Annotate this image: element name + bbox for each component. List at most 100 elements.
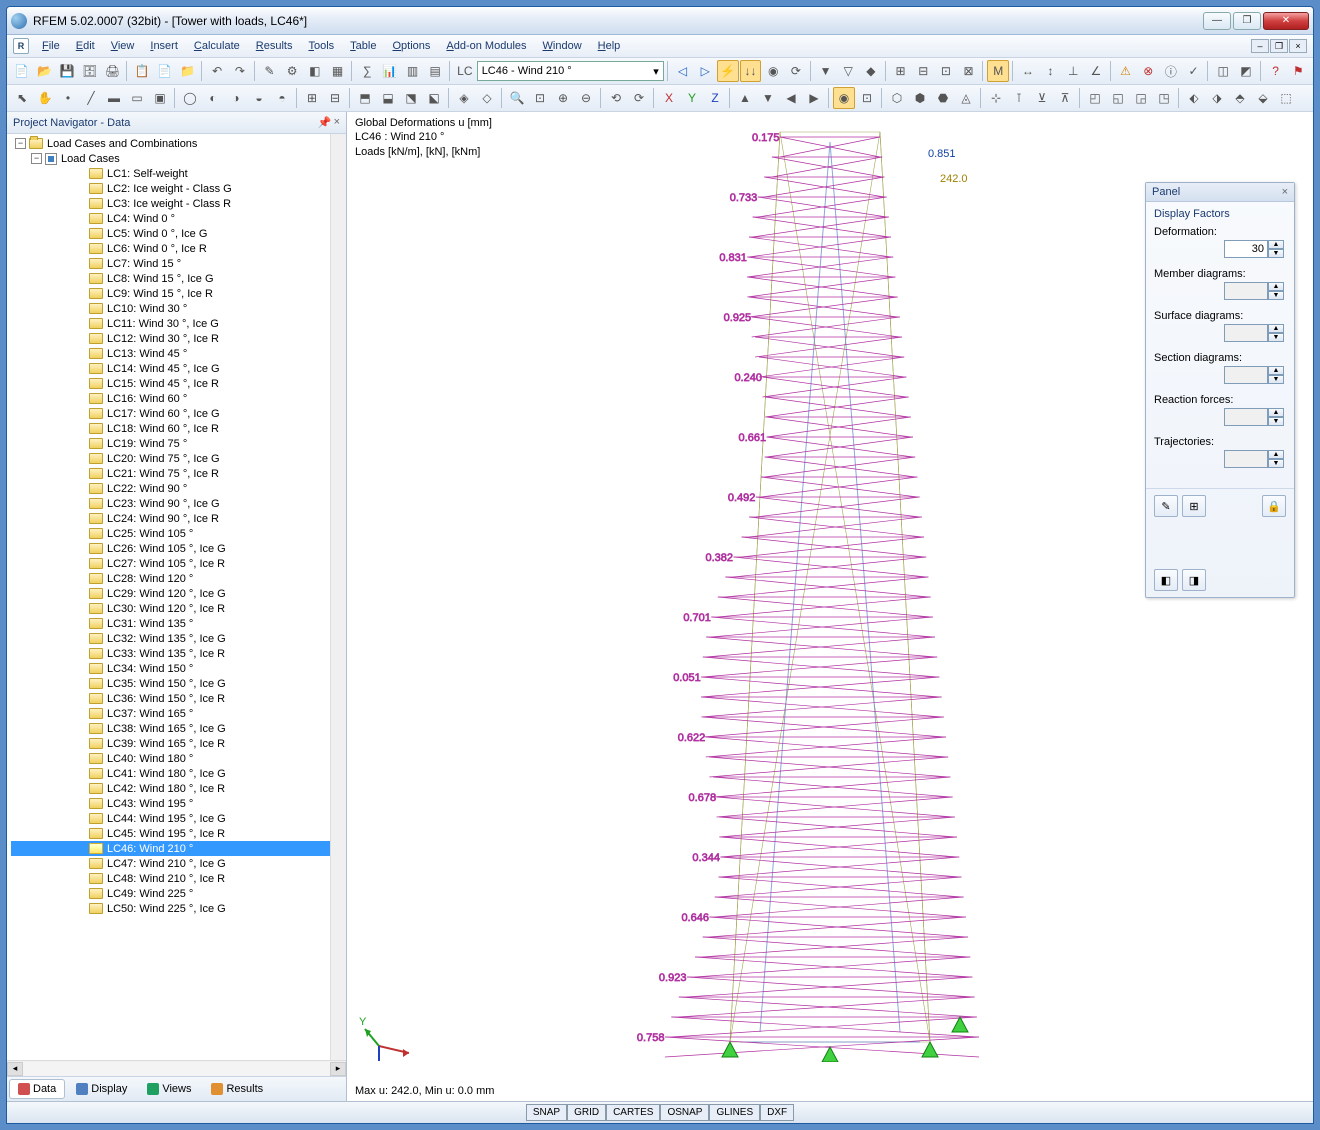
module-icon[interactable]: M [987, 60, 1009, 82]
status-dxf[interactable]: DXF [760, 1104, 794, 1121]
tree-item[interactable]: LC34: Wind 150 ° [11, 661, 330, 676]
table-icon[interactable]: ▥ [402, 60, 424, 82]
node-icon[interactable]: • [57, 87, 79, 109]
tree-item[interactable]: LC41: Wind 180 °, Ice G [11, 766, 330, 781]
tree-item[interactable]: LC48: Wind 210 °, Ice R [11, 871, 330, 886]
status-osnap[interactable]: OSNAP [660, 1104, 709, 1121]
results-icon[interactable]: 📊 [379, 60, 401, 82]
line-icon[interactable]: ╱ [80, 87, 102, 109]
tree-item[interactable]: LC25: Wind 105 ° [11, 526, 330, 541]
close-button[interactable]: ✕ [1263, 12, 1309, 30]
tree-item[interactable]: LC14: Wind 45 °, Ice G [11, 361, 330, 376]
menu-tools[interactable]: Tools [301, 37, 341, 55]
o4-icon[interactable]: ◳ [1153, 87, 1175, 109]
show-loads-icon[interactable]: ↓↓ [740, 60, 762, 82]
tree-item[interactable]: LC4: Wind 0 ° [11, 211, 330, 226]
redo-icon[interactable]: ↷ [229, 60, 251, 82]
tree-item[interactable]: LC11: Wind 30 °, Ice G [11, 316, 330, 331]
viewport[interactable]: Global Deformations u [mm] LC46 : Wind 2… [347, 112, 1313, 1101]
tree-item[interactable]: LC36: Wind 150 °, Ice R [11, 691, 330, 706]
zoom-icon[interactable]: 🔍 [506, 87, 528, 109]
nav-tab-results[interactable]: Results [202, 1079, 272, 1099]
loadcase-dropdown[interactable]: LC46 - Wind 210 °▾ [477, 61, 664, 81]
anim-icon[interactable]: ◉ [762, 60, 784, 82]
navigator-close-icon[interactable]: × [334, 116, 340, 129]
menu-edit[interactable]: Edit [69, 37, 102, 55]
print-icon[interactable]: 🖨 [102, 60, 124, 82]
menu-file[interactable]: File [35, 37, 67, 55]
filter3-icon[interactable]: ◆ [860, 60, 882, 82]
panel-tab1-button[interactable]: ◧ [1154, 569, 1178, 591]
zoomin-icon[interactable]: ⊕ [552, 87, 574, 109]
navigator-hscroll[interactable]: ◂▸ [7, 1060, 346, 1076]
tree-item[interactable]: LC7: Wind 15 ° [11, 256, 330, 271]
tree-item[interactable]: LC50: Wind 225 °, Ice G [11, 901, 330, 916]
navigator-pin-icon[interactable]: 📌 [318, 116, 332, 129]
show-results-icon[interactable]: ⚡ [717, 60, 739, 82]
mdi-restore-button[interactable]: ❐ [1270, 39, 1288, 53]
menu-table[interactable]: Table [343, 37, 383, 55]
pan-icon[interactable]: ✋ [34, 87, 56, 109]
tree-item[interactable]: LC39: Wind 165 °, Ice R [11, 736, 330, 751]
panel-lock-button[interactable]: 🔒 [1262, 495, 1286, 517]
tree-item[interactable]: LC5: Wind 0 °, Ice G [11, 226, 330, 241]
tree-item[interactable]: LC35: Wind 150 °, Ice G [11, 676, 330, 691]
status-grid[interactable]: GRID [567, 1104, 606, 1121]
new-icon[interactable]: 📄 [11, 60, 33, 82]
panel-edit-button[interactable]: ✎ [1154, 495, 1178, 517]
tree-root[interactable]: − Load Cases and Combinations [11, 136, 330, 151]
tree-item[interactable]: LC19: Wind 75 ° [11, 436, 330, 451]
tree-item[interactable]: LC22: Wind 90 ° [11, 481, 330, 496]
tree-item[interactable]: LC46: Wind 210 ° [11, 841, 330, 856]
dim4-icon[interactable]: ∠ [1085, 60, 1107, 82]
v1-icon[interactable]: ▲ [734, 87, 756, 109]
tree-item[interactable]: LC10: Wind 30 ° [11, 301, 330, 316]
v2-icon[interactable]: ▼ [757, 87, 779, 109]
warn-icon[interactable]: ⚠ [1115, 60, 1137, 82]
persp-icon[interactable]: ◇ [476, 87, 498, 109]
o1-icon[interactable]: ◰ [1084, 87, 1106, 109]
tree-item[interactable]: LC13: Wind 45 ° [11, 346, 330, 361]
misc4-icon[interactable]: ⊠ [958, 60, 980, 82]
menu-results[interactable]: Results [249, 37, 300, 55]
tool4-icon[interactable]: ▦ [327, 60, 349, 82]
tree-item[interactable]: LC15: Wind 45 °, Ice R [11, 376, 330, 391]
m3-icon[interactable]: ⬣ [932, 87, 954, 109]
select-icon[interactable]: ⬉ [11, 87, 33, 109]
tree-item[interactable]: LC31: Wind 135 ° [11, 616, 330, 631]
calc-icon[interactable]: ∑ [356, 60, 378, 82]
wire-icon[interactable]: ⊡ [856, 87, 878, 109]
anim2-icon[interactable]: ⟳ [785, 60, 807, 82]
grid2-icon[interactable]: ⊟ [324, 87, 346, 109]
n3-icon[interactable]: ⊻ [1031, 87, 1053, 109]
tree-item[interactable]: LC21: Wind 75 °, Ice R [11, 466, 330, 481]
minimize-button[interactable]: — [1203, 12, 1231, 30]
axis-y-icon[interactable]: Y [681, 87, 703, 109]
check-icon[interactable]: ✓ [1183, 60, 1205, 82]
factor-spinner[interactable]: ▲▼ [1224, 240, 1286, 258]
render-icon[interactable]: ◉ [833, 87, 855, 109]
expand-icon[interactable]: − [15, 138, 26, 149]
tree-item[interactable]: LC9: Wind 15 °, Ice R [11, 286, 330, 301]
surface-icon[interactable]: ▭ [126, 87, 148, 109]
tree-item[interactable]: LC23: Wind 90 °, Ice G [11, 496, 330, 511]
app-menu-icon[interactable]: R [13, 38, 29, 54]
menu-window[interactable]: Window [536, 37, 589, 55]
loadcase-icon[interactable]: LC [454, 60, 476, 82]
tree-item[interactable]: LC47: Wind 210 °, Ice G [11, 856, 330, 871]
tree-item[interactable]: LC17: Wind 60 °, Ice G [11, 406, 330, 421]
menu-help[interactable]: Help [591, 37, 628, 55]
tree-item[interactable]: LC44: Wind 195 °, Ice G [11, 811, 330, 826]
help-icon[interactable]: ? [1265, 60, 1287, 82]
save-all-icon[interactable]: 🗄 [79, 60, 101, 82]
nav-tab-data[interactable]: Data [9, 1079, 65, 1099]
dim3-icon[interactable]: ⊥ [1062, 60, 1084, 82]
tree-item[interactable]: LC49: Wind 225 ° [11, 886, 330, 901]
tree-item[interactable]: LC3: Ice weight - Class R [11, 196, 330, 211]
undo-icon[interactable]: ↶ [206, 60, 228, 82]
tree-item[interactable]: LC8: Wind 15 °, Ice G [11, 271, 330, 286]
view1-icon[interactable]: ⬒ [354, 87, 376, 109]
p2-icon[interactable]: ⬗ [1206, 87, 1228, 109]
tree-item[interactable]: LC2: Ice weight - Class G [11, 181, 330, 196]
zoomfit-icon[interactable]: ⊡ [529, 87, 551, 109]
